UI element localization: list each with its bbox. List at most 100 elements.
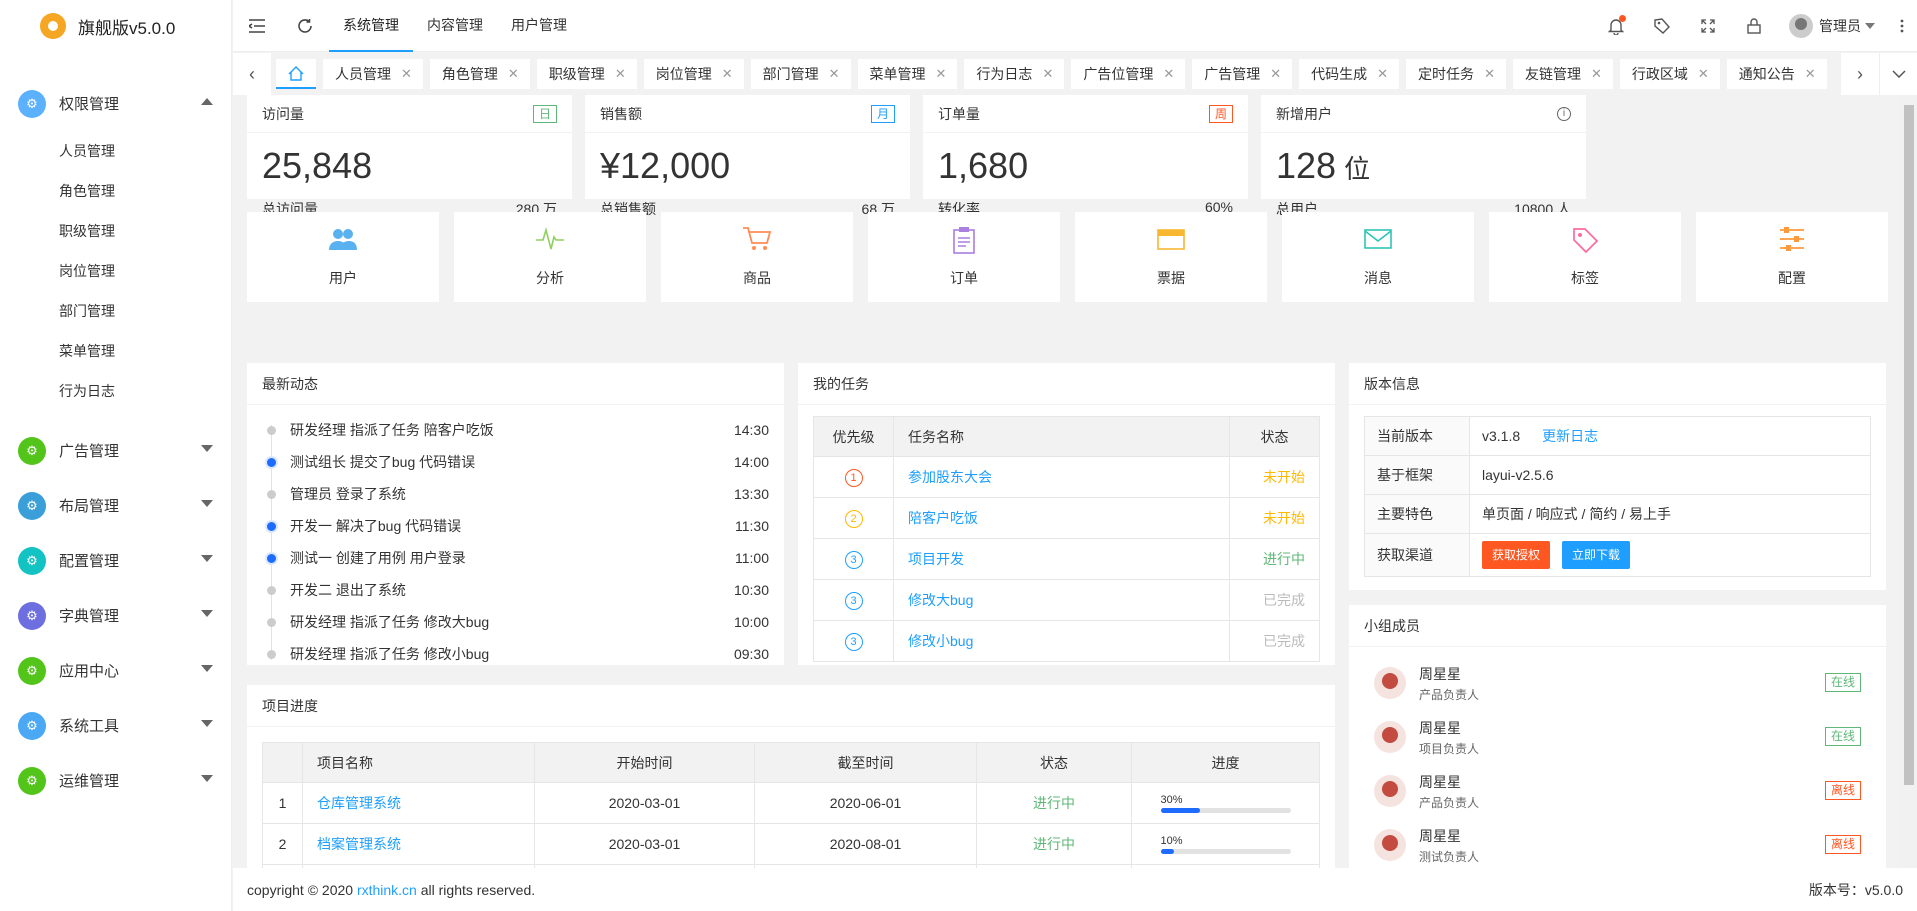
- sidebar-item[interactable]: 角色管理: [0, 171, 231, 211]
- tab-scroll-left-icon[interactable]: ‹: [233, 53, 271, 95]
- tag-icon[interactable]: [1639, 0, 1685, 52]
- chevron-down-icon: [201, 445, 213, 452]
- page-tab[interactable]: 友链管理 ✕: [1512, 59, 1613, 89]
- close-icon[interactable]: ✕: [1270, 59, 1281, 89]
- quick-entry-users[interactable]: 用户: [247, 212, 439, 302]
- page-tab[interactable]: 行政区域 ✕: [1619, 59, 1720, 89]
- stat-value-wrap: ¥12,000: [585, 133, 910, 199]
- sidebar-item[interactable]: 职级管理: [0, 211, 231, 251]
- task-name-link[interactable]: 修改小bug: [908, 633, 973, 649]
- pulse-icon: [535, 226, 565, 262]
- user-menu[interactable]: 管理员: [1777, 14, 1887, 38]
- get-license-button[interactable]: 获取授权: [1482, 541, 1551, 569]
- projects-header-start: 开始时间: [534, 742, 755, 783]
- sidebar-item[interactable]: 部门管理: [0, 291, 231, 331]
- close-icon[interactable]: ✕: [1163, 59, 1174, 89]
- download-button[interactable]: 立即下载: [1562, 541, 1631, 569]
- home-icon: [288, 65, 304, 81]
- close-icon[interactable]: ✕: [615, 59, 626, 89]
- task-name-link[interactable]: 参加股东大会: [908, 469, 992, 485]
- fullscreen-icon[interactable]: [1685, 0, 1731, 52]
- close-icon[interactable]: ✕: [508, 59, 519, 89]
- task-name-link[interactable]: 项目开发: [908, 551, 964, 567]
- close-icon[interactable]: ✕: [401, 59, 412, 89]
- header-nav-item[interactable]: 系统管理: [329, 0, 413, 52]
- sidebar-item[interactable]: 菜单管理: [0, 331, 231, 371]
- header-nav-item[interactable]: 内容管理: [413, 0, 497, 52]
- project-name-link[interactable]: 仓库管理系统: [317, 795, 401, 811]
- close-icon[interactable]: ✕: [1042, 59, 1053, 89]
- activity-item: 研发经理 指派了任务 修改大bug 10:00: [267, 606, 769, 638]
- quick-entry-tag[interactable]: 标签: [1489, 212, 1681, 302]
- task-name-link[interactable]: 修改大bug: [908, 592, 973, 608]
- close-icon[interactable]: ✕: [1377, 59, 1388, 89]
- activity-text: 研发经理 指派了任务 陪客户吃饭: [290, 422, 494, 438]
- app-logo[interactable]: 旗舰版v5.0.0: [0, 0, 231, 52]
- page-tab[interactable]: 角色管理 ✕: [429, 59, 530, 89]
- page-tab[interactable]: 行为日志 ✕: [964, 59, 1065, 89]
- quick-entry-clipboard[interactable]: 订单: [868, 212, 1060, 302]
- tasks-header-status: 状态: [1229, 416, 1320, 457]
- page-tab[interactable]: 代码生成 ✕: [1299, 59, 1400, 89]
- close-icon[interactable]: ✕: [936, 59, 947, 89]
- sidebar-item[interactable]: 人员管理: [0, 131, 231, 171]
- close-icon[interactable]: ✕: [1805, 59, 1816, 89]
- page-tab[interactable]: 定时任务 ✕: [1406, 59, 1506, 89]
- quick-entry-cart[interactable]: 商品: [661, 212, 853, 302]
- close-icon[interactable]: ✕: [722, 59, 733, 89]
- page-tab[interactable]: 广告位管理 ✕: [1071, 59, 1186, 89]
- page-tab[interactable]: 部门管理 ✕: [750, 59, 851, 89]
- tab-scroll-right-icon[interactable]: ›: [1841, 53, 1879, 95]
- main-content: 访问量日 25,848 总访问量 280 万销售额月 ¥12,000 总销售额 68 万订单…: [233, 95, 1903, 868]
- project-name-cell: 档案管理系统: [302, 823, 535, 865]
- page-tab[interactable]: 岗位管理 ✕: [643, 59, 744, 89]
- sidebar-group-0[interactable]: ⚙ 权限管理: [0, 76, 231, 131]
- quick-entry-pulse[interactable]: 分析: [454, 212, 646, 302]
- close-icon[interactable]: ✕: [829, 59, 840, 89]
- page-tab[interactable]: 通知公告 ✕: [1726, 59, 1827, 89]
- copyright-link[interactable]: rxthink.cn: [357, 882, 417, 898]
- copyright: copyright © 2020 rxthink.cn all rights r…: [247, 882, 535, 898]
- close-icon[interactable]: ✕: [1484, 59, 1495, 89]
- close-icon[interactable]: ✕: [1591, 59, 1602, 89]
- project-progress-cell: 30%: [1131, 782, 1320, 824]
- task-status: 已完成: [1229, 620, 1320, 662]
- member-name: 周星星: [1419, 719, 1461, 736]
- info-icon[interactable]: i: [1557, 106, 1571, 121]
- tab-options-icon[interactable]: [1879, 53, 1917, 95]
- page-tab[interactable]: 人员管理 ✕: [323, 59, 423, 89]
- page-tab[interactable]: 菜单管理 ✕: [857, 59, 958, 89]
- lock-icon[interactable]: [1731, 0, 1777, 52]
- bell-icon[interactable]: [1593, 0, 1639, 52]
- refresh-icon[interactable]: [281, 0, 329, 52]
- home-tab[interactable]: [276, 59, 316, 89]
- close-icon[interactable]: ✕: [1698, 59, 1709, 89]
- sidebar-group-4[interactable]: ⚙ 字典管理: [0, 588, 231, 643]
- quick-entry-card[interactable]: 票据: [1075, 212, 1267, 302]
- page-tab[interactable]: 职级管理 ✕: [536, 59, 637, 89]
- sidebar-group-1[interactable]: ⚙ 广告管理: [0, 423, 231, 478]
- version-card: 版本信息 当前版本 v3.1.8 更新日志 基于框架 layui-v2.5.6 主…: [1349, 363, 1886, 590]
- page-scrollbar[interactable]: [1900, 95, 1917, 868]
- stat-card: 订单量周 1,680 转化率 60%: [923, 95, 1248, 217]
- quick-entry-sliders[interactable]: 配置: [1696, 212, 1888, 302]
- sidebar-group-6[interactable]: ⚙ 系统工具: [0, 698, 231, 753]
- changelog-link[interactable]: 更新日志: [1542, 428, 1598, 444]
- scrollbar-thumb[interactable]: [1904, 105, 1914, 785]
- sidebar-item[interactable]: 岗位管理: [0, 251, 231, 291]
- page-tab[interactable]: 广告管理 ✕: [1192, 59, 1293, 89]
- sidebar-group-2[interactable]: ⚙ 布局管理: [0, 478, 231, 533]
- more-icon[interactable]: [1887, 0, 1917, 52]
- sidebar-group-5[interactable]: ⚙ 应用中心: [0, 643, 231, 698]
- sidebar-item[interactable]: 行为日志: [0, 371, 231, 411]
- sidebar-group-7[interactable]: ⚙ 运维管理: [0, 753, 231, 808]
- collapse-menu-icon[interactable]: [233, 0, 281, 52]
- activity-time: 10:00: [733, 614, 769, 630]
- tab-label: 部门管理: [762, 66, 819, 82]
- activity-text: 测试一 创建了用例 用户登录: [290, 550, 466, 566]
- task-name-link[interactable]: 陪客户吃饭: [908, 510, 978, 526]
- project-name-link[interactable]: 档案管理系统: [317, 836, 401, 852]
- header-nav-item[interactable]: 用户管理: [497, 0, 581, 52]
- sidebar-group-3[interactable]: ⚙ 配置管理: [0, 533, 231, 588]
- quick-entry-mail[interactable]: 消息: [1282, 212, 1474, 302]
